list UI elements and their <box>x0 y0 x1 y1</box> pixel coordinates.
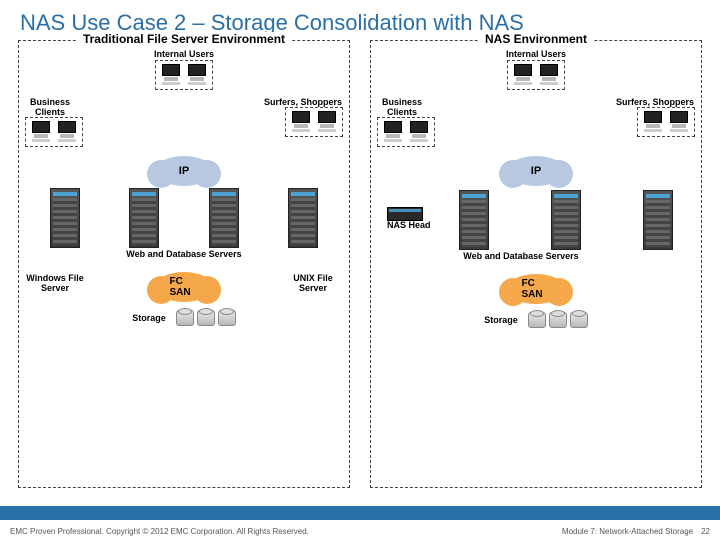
disk-icon <box>570 312 588 328</box>
internal-users-box <box>155 60 213 90</box>
ip-cloud-icon: IP <box>507 156 565 186</box>
pc-icon <box>56 121 78 143</box>
fc-san-label: FC SAN <box>170 276 199 298</box>
business-clients-box <box>25 117 83 147</box>
surfers-label: Surfers, Shoppers <box>263 97 343 107</box>
traditional-title: Traditional File Server Environment <box>77 32 291 46</box>
internal-users-box <box>507 60 565 90</box>
server-rack-icon <box>129 188 159 248</box>
nas-head-icon <box>387 207 423 221</box>
nas-title: NAS Environment <box>479 32 593 46</box>
storage-row: Storage <box>25 310 343 326</box>
pc-icon <box>160 64 182 86</box>
nas-head-label: NAS Head <box>387 221 431 231</box>
server-rack-icon <box>551 190 581 250</box>
storage-label: Storage <box>132 313 166 323</box>
internal-users-label: Internal Users <box>506 49 566 59</box>
server-rack-icon <box>643 190 673 250</box>
pc-icon <box>186 64 208 86</box>
pc-icon <box>538 64 560 86</box>
footer-module: Module 7: Network-Attached Storage <box>562 527 693 536</box>
footer-bar <box>0 506 720 520</box>
ip-label: IP <box>531 165 541 177</box>
disk-icon <box>549 312 567 328</box>
internal-users-group: Internal Users <box>154 49 214 91</box>
panels-container: Traditional File Server Environment Inte… <box>0 40 720 488</box>
pc-icon <box>668 111 690 133</box>
disk-group <box>528 312 588 328</box>
page-number: 22 <box>701 527 710 536</box>
ip-cloud-icon: IP <box>155 156 213 186</box>
ip-label: IP <box>179 165 189 177</box>
fc-san-cloud-icon: FC SAN <box>155 272 213 302</box>
pc-icon <box>30 121 52 143</box>
windows-file-server-label: Windows File Server <box>25 274 85 294</box>
surfers-box <box>637 107 695 137</box>
surfers-box <box>285 107 343 137</box>
nas-panel: NAS Environment Internal Users Business … <box>370 40 702 488</box>
internal-users-group: Internal Users <box>506 49 566 91</box>
server-rack-icon <box>50 188 80 248</box>
server-rack-icon <box>288 188 318 248</box>
disk-group <box>176 310 236 326</box>
server-rack-icon <box>459 190 489 250</box>
pc-icon <box>316 111 338 133</box>
disk-icon <box>218 310 236 326</box>
business-clients-label: Business Clients <box>377 97 427 117</box>
pc-icon <box>642 111 664 133</box>
business-clients-box <box>377 117 435 147</box>
internal-users-label: Internal Users <box>154 49 214 59</box>
footer-copyright: EMC Proven Professional. Copyright © 201… <box>10 527 309 536</box>
footer: EMC Proven Professional. Copyright © 201… <box>10 527 710 536</box>
server-rack-icon <box>209 188 239 248</box>
storage-label: Storage <box>484 315 518 325</box>
storage-row: Storage <box>377 312 695 328</box>
disk-icon <box>528 312 546 328</box>
server-racks-row <box>25 188 343 248</box>
nas-head-row: NAS Head <box>377 188 695 250</box>
pc-icon <box>290 111 312 133</box>
pc-icon <box>512 64 534 86</box>
disk-icon <box>176 310 194 326</box>
disk-icon <box>197 310 215 326</box>
pc-icon <box>382 121 404 143</box>
business-clients-label: Business Clients <box>25 97 75 117</box>
web-db-servers-label: Web and Database Servers <box>25 250 343 260</box>
fc-san-label: FC SAN <box>522 278 551 300</box>
pc-icon <box>408 121 430 143</box>
unix-file-server-label: UNIX File Server <box>283 274 343 294</box>
fc-san-cloud-icon: FC SAN <box>507 274 565 304</box>
surfers-label: Surfers, Shoppers <box>615 97 695 107</box>
server-racks-row <box>437 190 695 250</box>
web-db-servers-label: Web and Database Servers <box>377 252 665 262</box>
traditional-panel: Traditional File Server Environment Inte… <box>18 40 350 488</box>
